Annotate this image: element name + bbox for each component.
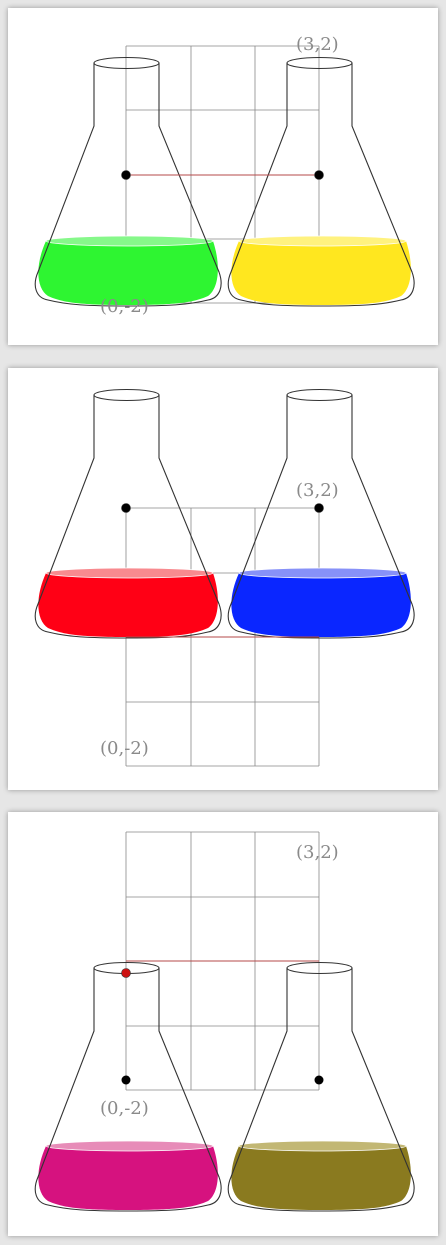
coord-label-bottom-left: (0,-2)	[100, 738, 149, 759]
flask-rim-right	[286, 56, 353, 70]
liquid-surface-left	[45, 235, 214, 247]
flask-right[interactable]	[227, 388, 415, 639]
liquid-surface-left	[45, 567, 214, 579]
coord-label-bottom-left: (0,-2)	[100, 1098, 149, 1119]
liquid-right	[231, 573, 411, 637]
liquid-right	[231, 241, 411, 305]
flask-rim-left	[93, 388, 160, 402]
liquid-left	[38, 573, 218, 637]
point-marker[interactable]	[121, 170, 131, 180]
point-marker[interactable]	[121, 503, 131, 513]
flask-rim-right	[286, 961, 353, 975]
flask-left[interactable]	[34, 388, 222, 639]
flask-left[interactable]	[34, 961, 222, 1212]
liquid-surface-right	[238, 1140, 407, 1152]
coord-label-top-right: (3,2)	[296, 842, 339, 863]
liquid-right	[231, 1146, 411, 1210]
flask-panel-1: (3,2) (0,-2)	[8, 8, 438, 345]
flask-right[interactable]	[227, 961, 415, 1212]
liquid-surface-left	[45, 1140, 214, 1152]
flask-panel-3: (3,2) (0,-2)	[8, 812, 438, 1236]
coord-label-bottom-left: (0,-2)	[100, 296, 149, 317]
point-marker-red[interactable]	[121, 968, 131, 978]
flask-right[interactable]	[227, 56, 415, 307]
point-marker[interactable]	[314, 503, 324, 513]
flask-rim-right	[286, 388, 353, 402]
flask-left[interactable]	[34, 56, 222, 307]
flask-diagram-1: (3,2) (0,-2)	[34, 34, 415, 317]
point-marker[interactable]	[314, 1075, 324, 1085]
flask-diagram-3: (3,2) (0,-2)	[34, 831, 415, 1212]
point-marker[interactable]	[314, 170, 324, 180]
coord-label-top-right: (3,2)	[296, 34, 339, 55]
point-marker[interactable]	[121, 1075, 131, 1085]
liquid-left	[38, 1146, 218, 1210]
flask-rim-left	[93, 56, 160, 70]
liquid-surface-right	[238, 235, 407, 247]
liquid-surface-right	[238, 567, 407, 579]
flask-panel-2: (3,2) (0,-2)	[8, 368, 438, 790]
flask-diagram-2: (3,2) (0,-2)	[34, 388, 415, 767]
coord-label-top-right: (3,2)	[296, 480, 339, 501]
